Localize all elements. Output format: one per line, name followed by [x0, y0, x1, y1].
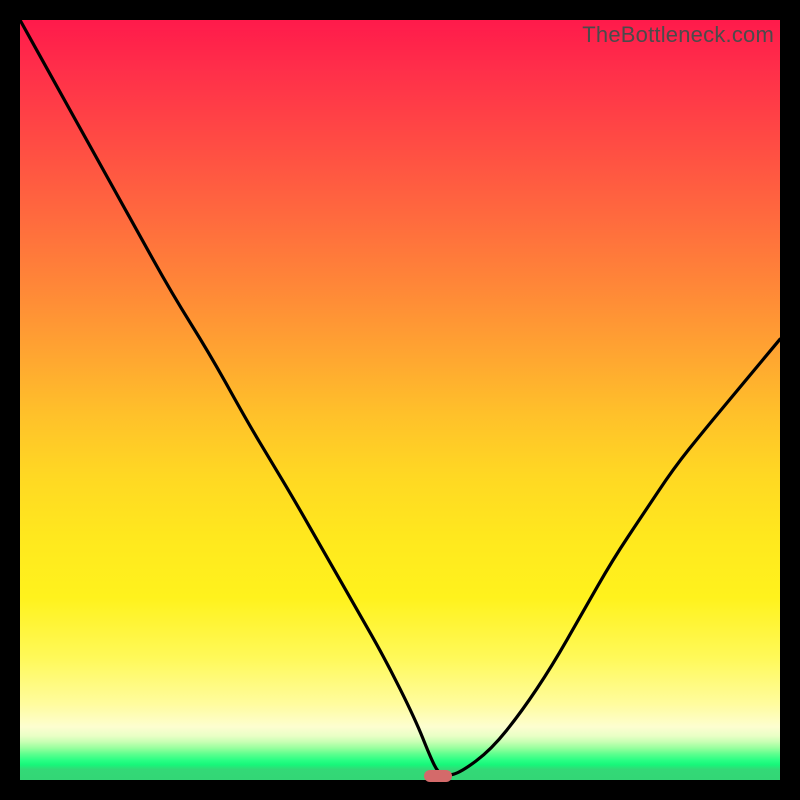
optimal-point-marker	[424, 770, 452, 782]
chart-plot-area: TheBottleneck.com	[20, 20, 780, 780]
bottleneck-curve	[20, 20, 780, 780]
chart-frame: TheBottleneck.com	[0, 0, 800, 800]
